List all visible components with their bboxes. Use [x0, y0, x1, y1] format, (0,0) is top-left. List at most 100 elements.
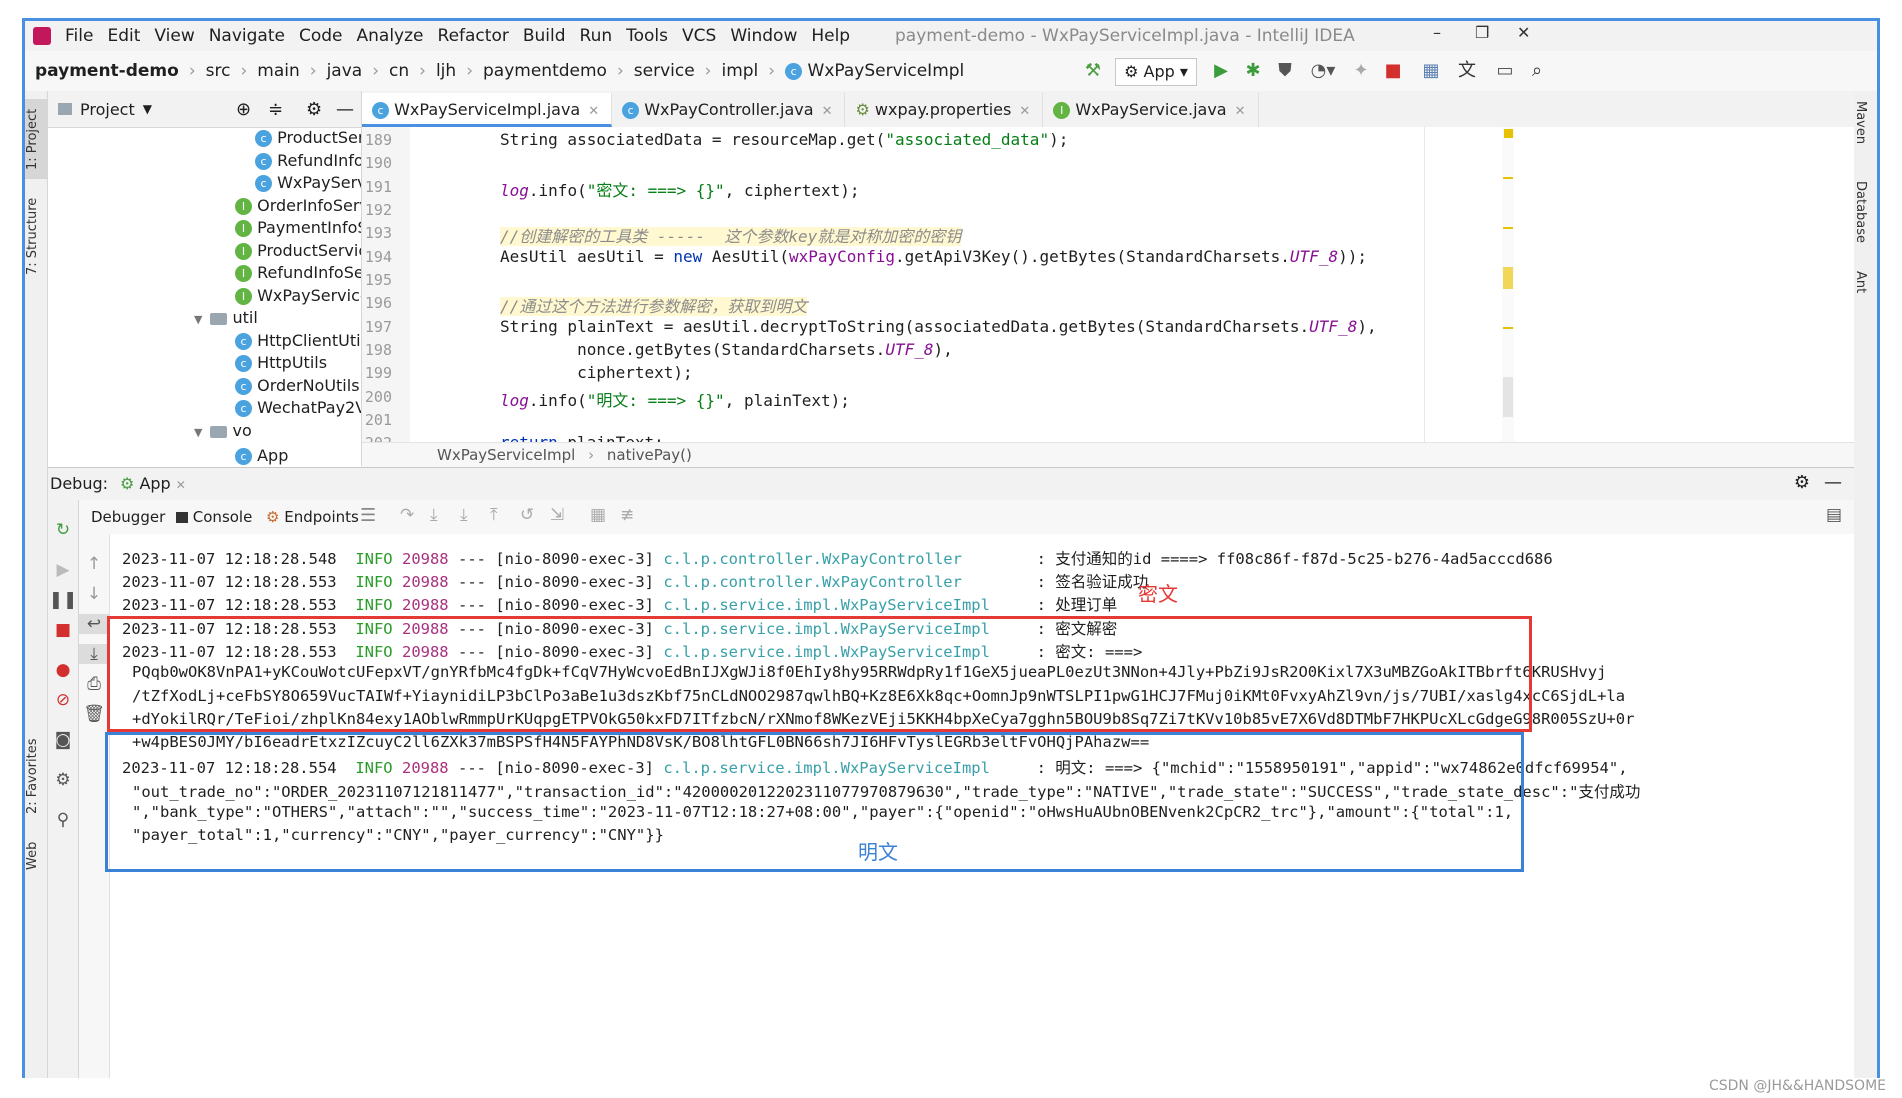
database-tool-tab[interactable]: Database: [1853, 181, 1868, 243]
presentation-icon[interactable]: ▭: [1493, 58, 1517, 84]
tree-item[interactable]: I RefundInfoServi: [235, 262, 361, 284]
build-hammer-icon[interactable]: ⚒: [1081, 58, 1105, 84]
locate-icon[interactable]: ⊕: [236, 99, 251, 120]
tab-wxpaycontroller[interactable]: c WxPayController.java ✕: [612, 93, 846, 127]
tab-console[interactable]: Console: [176, 508, 252, 526]
breadcrumb-src[interactable]: src: [206, 61, 231, 81]
menu-run[interactable]: Run: [580, 26, 613, 46]
camera-icon[interactable]: ◙: [48, 730, 78, 750]
close-tab-icon[interactable]: ✕: [588, 104, 599, 119]
scrollbar-thumb[interactable]: [1503, 377, 1513, 417]
menu-code[interactable]: Code: [299, 26, 343, 46]
breadcrumb-service[interactable]: service: [634, 61, 695, 81]
web-tool-tab[interactable]: Web: [25, 831, 47, 881]
tree-item[interactable]: c WxPayServic: [255, 172, 361, 194]
project-panel-title[interactable]: Project: [80, 100, 135, 119]
pause-icon[interactable]: ❚❚: [48, 590, 78, 610]
close-icon[interactable]: ✕: [176, 478, 186, 492]
menu-navigate[interactable]: Navigate: [209, 26, 285, 46]
close-icon[interactable]: ✕: [1517, 23, 1530, 42]
tab-endpoints[interactable]: ⚙ Endpoints: [266, 508, 359, 526]
tab-debugger[interactable]: Debugger: [91, 508, 165, 526]
tree-item[interactable]: I WxPayService: [235, 285, 361, 307]
run-config-select[interactable]: ⚙ App ▾: [1115, 58, 1197, 86]
restore-layout-icon[interactable]: ▤: [1826, 505, 1842, 525]
code-editor[interactable]: String associatedData = resourceMap.get(…: [410, 127, 1854, 442]
gear-icon[interactable]: ⚙: [306, 99, 322, 120]
breadcrumb-project[interactable]: payment-demo: [35, 61, 179, 81]
structure-tool-tab[interactable]: 7: Structure: [25, 191, 47, 281]
tab-wxpayserviceimpl[interactable]: c WxPayServiceImpl.java ✕: [362, 93, 613, 127]
soft-wrap-icon[interactable]: ↩: [79, 614, 109, 634]
run-to-cursor-icon[interactable]: ⇲: [550, 505, 564, 525]
ant-tool-tab[interactable]: Ant: [1853, 271, 1868, 293]
gear-icon[interactable]: ⚙: [1794, 472, 1810, 493]
favorites-tool-tab[interactable]: 2: Favorites: [25, 731, 47, 821]
menu-refactor[interactable]: Refactor: [438, 26, 509, 46]
step-into-icon[interactable]: ⤓: [430, 505, 438, 525]
profile-icon[interactable]: ◔▾: [1305, 58, 1341, 84]
print-icon[interactable]: ⎙: [79, 674, 109, 694]
evaluate-icon[interactable]: ▦: [590, 505, 606, 525]
breadcrumb-main[interactable]: main: [257, 61, 299, 81]
layout-icon[interactable]: ☰: [360, 505, 376, 526]
stop-icon[interactable]: ■: [1381, 58, 1405, 84]
minimize-icon[interactable]: –: [1433, 23, 1441, 42]
tree-item[interactable]: I OrderInfoServic: [235, 195, 361, 217]
breadcrumb-method[interactable]: nativePay(): [607, 446, 692, 464]
breadcrumb-ljh[interactable]: ljh: [436, 61, 456, 81]
tab-wxpayservice[interactable]: I WxPayService.java ✕: [1043, 93, 1259, 127]
drop-frame-icon[interactable]: ↺: [520, 505, 534, 525]
tree-item[interactable]: c WechatPay2Vali: [235, 397, 361, 419]
down-arrow-icon[interactable]: ↓: [79, 584, 109, 604]
mute-breakpoints-icon[interactable]: ⊘: [48, 690, 78, 710]
tree-item[interactable]: c App: [235, 445, 289, 467]
tree-folder[interactable]: ▼ util: [194, 307, 258, 329]
menu-vcs[interactable]: VCS: [682, 26, 716, 46]
breadcrumb-class[interactable]: c WxPayServiceImpl: [785, 61, 964, 81]
tree-folder[interactable]: ▼ vo: [194, 420, 252, 442]
chevron-down-icon[interactable]: ▼: [143, 102, 152, 116]
maven-tool-tab[interactable]: Maven: [1853, 101, 1868, 144]
expand-arrow-icon[interactable]: ▼: [194, 426, 202, 439]
debug-bug-icon[interactable]: ✱: [1241, 58, 1265, 84]
menu-file[interactable]: File: [65, 26, 93, 46]
menu-analyze[interactable]: Analyze: [357, 26, 424, 46]
tree-item[interactable]: c OrderNoUtils: [235, 375, 360, 397]
tab-wxpay-properties[interactable]: ⚙ wxpay.properties ✕: [845, 93, 1044, 127]
collapse-all-icon[interactable]: ≑: [268, 99, 283, 120]
close-tab-icon[interactable]: ✕: [1019, 104, 1030, 119]
attach-icon[interactable]: ✦: [1349, 58, 1373, 84]
view-breakpoints-icon[interactable]: ●: [48, 660, 78, 680]
tree-item[interactable]: I ProductService: [235, 240, 361, 262]
breadcrumb-impl[interactable]: impl: [721, 61, 758, 81]
warning-marker-icon[interactable]: [1504, 129, 1513, 138]
force-step-into-icon[interactable]: ⤓: [460, 505, 468, 525]
menu-edit[interactable]: Edit: [107, 26, 140, 46]
breadcrumb-cn[interactable]: cn: [389, 61, 409, 81]
hide-icon[interactable]: —: [336, 99, 354, 120]
menu-help[interactable]: Help: [811, 26, 850, 46]
step-over-icon[interactable]: ↷: [400, 505, 414, 525]
project-structure-icon[interactable]: ▦: [1419, 58, 1443, 84]
breadcrumb-java[interactable]: java: [327, 61, 363, 81]
menu-window[interactable]: Window: [730, 26, 797, 46]
breadcrumb-class[interactable]: WxPayServiceImpl: [437, 446, 575, 464]
pin-icon[interactable]: ⚲: [48, 810, 78, 830]
translate-icon[interactable]: 文: [1453, 58, 1481, 84]
close-tab-icon[interactable]: ✕: [822, 104, 833, 119]
menu-build[interactable]: Build: [523, 26, 566, 46]
menu-view[interactable]: View: [154, 26, 194, 46]
menu-tools[interactable]: Tools: [626, 26, 668, 46]
scroll-to-end-icon[interactable]: ⤓: [79, 644, 109, 664]
resume-icon[interactable]: ▶: [48, 560, 78, 580]
step-out-icon[interactable]: ⤒: [490, 505, 498, 525]
search-icon[interactable]: ⌕: [1525, 58, 1549, 84]
coverage-icon[interactable]: ⛊: [1273, 58, 1297, 84]
trace-icon[interactable]: ≢: [620, 505, 634, 525]
tree-item[interactable]: I PaymentInfoSer: [235, 217, 361, 239]
stop-icon[interactable]: ■: [48, 620, 78, 640]
up-arrow-icon[interactable]: ↑: [79, 554, 109, 574]
hide-icon[interactable]: —: [1824, 472, 1842, 493]
clear-all-icon[interactable]: 🗑: [79, 704, 109, 724]
